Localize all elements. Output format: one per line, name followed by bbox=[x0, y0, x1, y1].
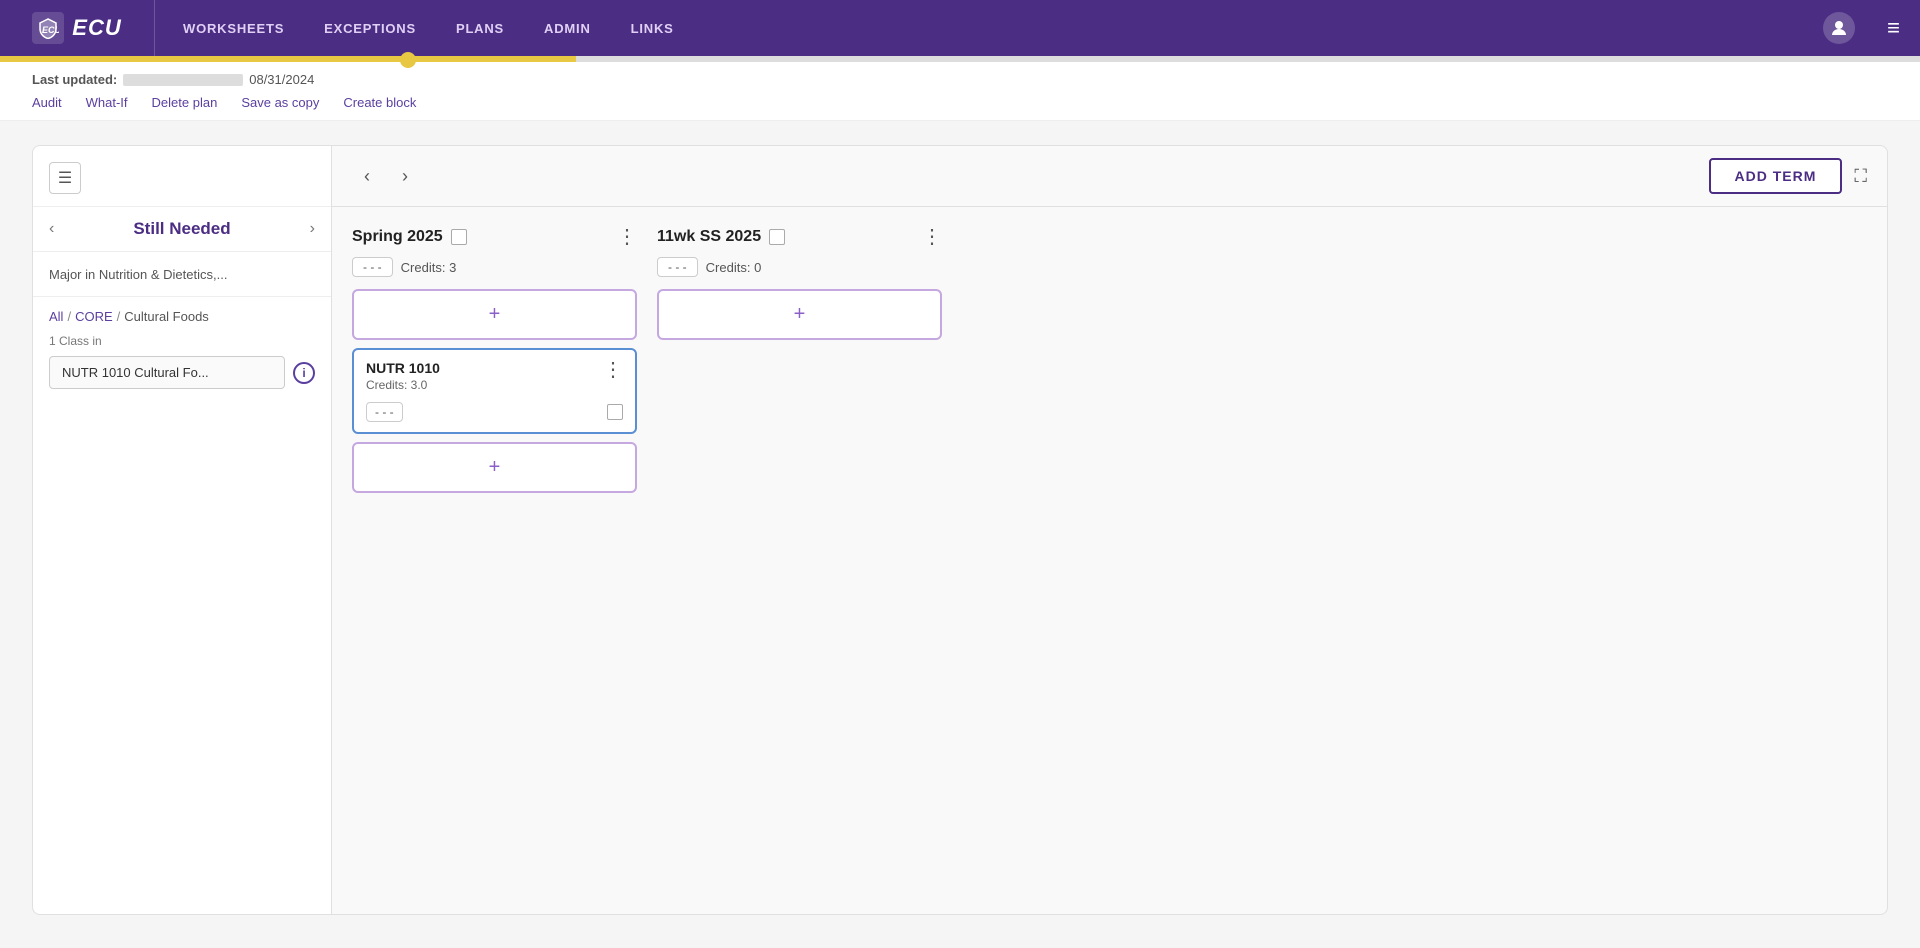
sub-actions: Audit What-If Delete plan Save as copy C… bbox=[32, 95, 1888, 110]
main-content: ☰ ‹ Still Needed › Major in Nutrition & … bbox=[0, 121, 1920, 939]
expand-icon[interactable]: ⛶ bbox=[1854, 166, 1867, 187]
create-block-link[interactable]: Create block bbox=[343, 95, 416, 110]
term-name-11wk: 11wk SS 2025 bbox=[657, 228, 761, 246]
major-section: Major in Nutrition & Dietetics,... bbox=[33, 252, 331, 297]
toolbar-right: ADD TERM ⛶ bbox=[1709, 158, 1868, 194]
breadcrumb-sep-1: / bbox=[67, 309, 71, 324]
nav-worksheets[interactable]: WORKSHEETS bbox=[163, 0, 304, 56]
logo-text: ECU bbox=[72, 15, 121, 41]
left-panel: ☰ ‹ Still Needed › Major in Nutrition & … bbox=[32, 145, 332, 915]
right-panel-toolbar: ‹ › ADD TERM ⛶ bbox=[332, 146, 1887, 207]
save-copy-link[interactable]: Save as copy bbox=[241, 95, 319, 110]
breadcrumb-core-link[interactable]: CORE bbox=[75, 309, 113, 324]
prev-term-button[interactable]: ‹ bbox=[352, 161, 382, 191]
term-title-area-11wk: 11wk SS 2025 bbox=[657, 228, 785, 246]
last-updated-bar bbox=[123, 74, 243, 86]
what-if-link[interactable]: What-If bbox=[86, 95, 128, 110]
section-badge-nutr1010: - - - bbox=[366, 402, 403, 422]
add-course-top-spring[interactable]: + bbox=[352, 289, 637, 340]
prev-section-icon[interactable]: ‹ bbox=[49, 220, 54, 238]
breadcrumb-current: Cultural Foods bbox=[124, 309, 209, 324]
breadcrumb-all-link[interactable]: All bbox=[49, 309, 63, 324]
course-info-nutr1010: NUTR 1010 Credits: 3.0 bbox=[366, 360, 440, 392]
term-checkbox-11wk[interactable] bbox=[769, 229, 785, 245]
sub-toolbar: Last updated: 08/31/2024 Audit What-If D… bbox=[0, 62, 1920, 121]
progress-bar bbox=[0, 56, 1920, 62]
nav-exceptions[interactable]: EXCEPTIONS bbox=[304, 0, 436, 56]
last-updated-row: Last updated: 08/31/2024 bbox=[32, 72, 1888, 87]
term-spring-2025: Spring 2025 ⋮ - - - Credits: 3 + bbox=[352, 227, 637, 493]
credits-row-spring: - - - Credits: 3 bbox=[352, 257, 637, 277]
term-11wk-ss-2025: 11wk SS 2025 ⋮ - - - Credits: 0 + bbox=[657, 227, 942, 493]
course-more-icon-nutr1010[interactable]: ⋮ bbox=[603, 360, 623, 380]
major-name: Major in Nutrition & Dietetics,... bbox=[49, 267, 227, 282]
left-panel-header: ☰ bbox=[33, 162, 331, 207]
credits-text-spring: Credits: 3 bbox=[401, 260, 457, 275]
right-panel: ‹ › ADD TERM ⛶ Spring 2025 ⋮ - - - bbox=[332, 145, 1888, 915]
breadcrumb-section: All / CORE / Cultural Foods 1 Class in N… bbox=[33, 297, 331, 401]
course-card-nutr1010: NUTR 1010 Credits: 3.0 ⋮ - - - bbox=[352, 348, 637, 434]
course-credits-nutr1010: Credits: 3.0 bbox=[366, 378, 440, 392]
nav-links: WORKSHEETS EXCEPTIONS PLANS ADMIN LINKS bbox=[163, 0, 694, 56]
term-more-11wk[interactable]: ⋮ bbox=[922, 227, 942, 247]
last-updated-label: Last updated: bbox=[32, 72, 117, 87]
course-card-header-nutr1010: NUTR 1010 Credits: 3.0 ⋮ bbox=[354, 350, 635, 396]
terms-area: Spring 2025 ⋮ - - - Credits: 3 + bbox=[332, 207, 1887, 513]
term-nav-arrows: ‹ › bbox=[352, 161, 420, 191]
still-needed-nav: ‹ Still Needed › bbox=[33, 207, 331, 252]
credits-badge-11wk: - - - bbox=[657, 257, 698, 277]
term-header-spring: Spring 2025 ⋮ bbox=[352, 227, 637, 247]
add-course-11wk[interactable]: + bbox=[657, 289, 942, 340]
next-section-icon[interactable]: › bbox=[310, 220, 315, 238]
svg-text:ECU: ECU bbox=[42, 25, 59, 35]
user-avatar-icon[interactable] bbox=[1823, 12, 1855, 44]
nav-menu-icon[interactable]: ≡ bbox=[1887, 15, 1900, 41]
top-navigation: ECU ECU WORKSHEETS EXCEPTIONS PLANS ADMI… bbox=[0, 0, 1920, 56]
hamburger-button[interactable]: ☰ bbox=[49, 162, 81, 194]
term-more-spring[interactable]: ⋮ bbox=[617, 227, 637, 247]
nav-right: ≡ bbox=[1823, 12, 1920, 44]
term-name-spring: Spring 2025 bbox=[352, 228, 443, 246]
credits-badge-spring: - - - bbox=[352, 257, 393, 277]
term-checkbox-spring[interactable] bbox=[451, 229, 467, 245]
credits-row-11wk: - - - Credits: 0 bbox=[657, 257, 942, 277]
nav-plans[interactable]: PLANS bbox=[436, 0, 524, 56]
nav-admin[interactable]: ADMIN bbox=[524, 0, 611, 56]
term-header-11wk: 11wk SS 2025 ⋮ bbox=[657, 227, 942, 247]
last-updated-date: 08/31/2024 bbox=[249, 72, 314, 87]
audit-link[interactable]: Audit bbox=[32, 95, 62, 110]
delete-plan-link[interactable]: Delete plan bbox=[152, 95, 218, 110]
breadcrumb: All / CORE / Cultural Foods bbox=[49, 309, 315, 324]
add-term-button[interactable]: ADD TERM bbox=[1709, 158, 1843, 194]
nav-links-item[interactable]: LINKS bbox=[611, 0, 694, 56]
term-title-area-spring: Spring 2025 bbox=[352, 228, 467, 246]
ecu-shield-icon: ECU bbox=[32, 12, 64, 44]
credits-text-11wk: Credits: 0 bbox=[706, 260, 762, 275]
still-needed-title: Still Needed bbox=[133, 219, 230, 239]
breadcrumb-sep-2: / bbox=[117, 309, 121, 324]
course-code-nutr1010: NUTR 1010 bbox=[366, 360, 440, 376]
next-term-button[interactable]: › bbox=[390, 161, 420, 191]
course-card-footer-nutr1010: - - - bbox=[354, 396, 635, 432]
class-count: 1 Class in bbox=[49, 334, 315, 348]
class-item-box[interactable]: NUTR 1010 Cultural Fo... bbox=[49, 356, 285, 389]
info-icon[interactable]: i bbox=[293, 362, 315, 384]
progress-indicator bbox=[400, 52, 416, 68]
course-checkbox-nutr1010[interactable] bbox=[607, 404, 623, 420]
class-item: NUTR 1010 Cultural Fo... i bbox=[49, 356, 315, 389]
logo-area: ECU ECU bbox=[0, 0, 155, 56]
add-course-bottom-spring[interactable]: + bbox=[352, 442, 637, 493]
